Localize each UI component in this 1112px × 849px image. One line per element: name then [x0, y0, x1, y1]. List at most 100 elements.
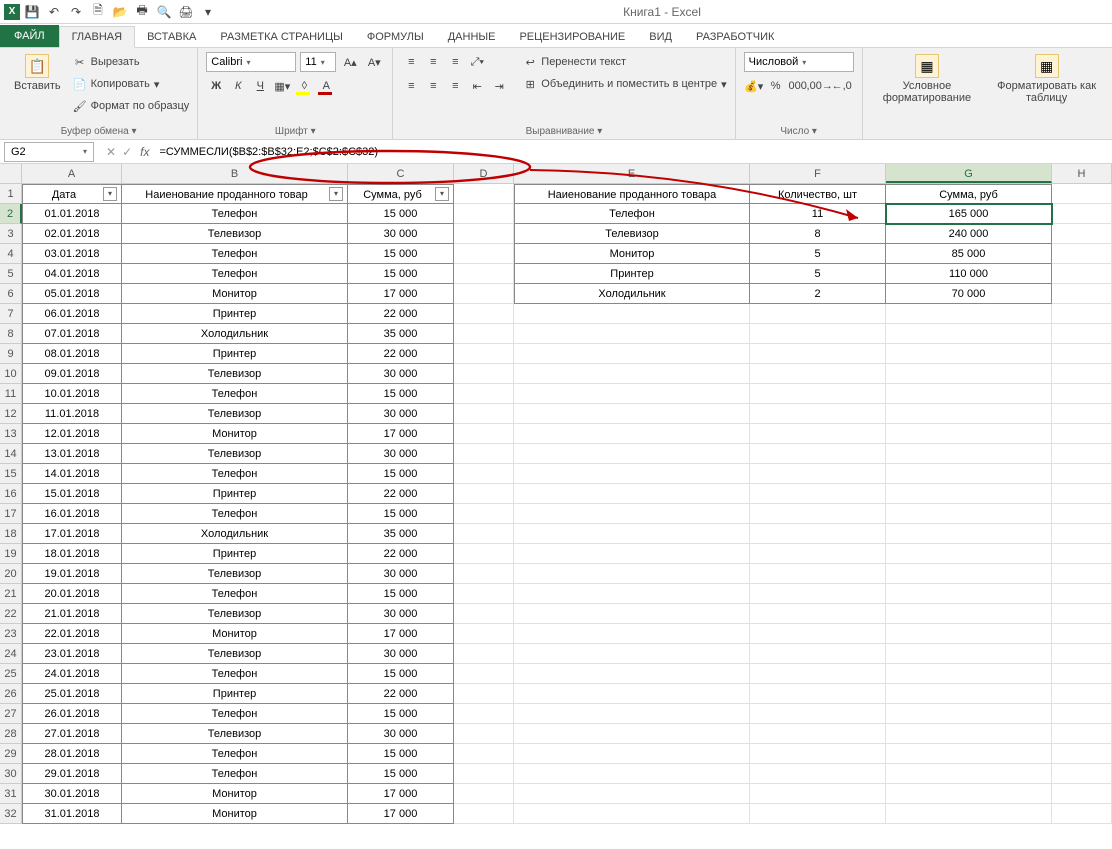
conditional-formatting-button[interactable]: ▦ Условное форматирование	[871, 52, 984, 106]
cell[interactable]	[750, 704, 886, 724]
cell[interactable]: 35 000	[348, 324, 454, 344]
cell[interactable]	[1052, 724, 1112, 744]
increase-decimal-icon[interactable]: ,00→	[810, 76, 830, 96]
cell[interactable]	[1052, 384, 1112, 404]
cell[interactable]: 17 000	[348, 624, 454, 644]
cell[interactable]: Телефон	[122, 704, 348, 724]
cell[interactable]: Наиенование проданного товар▾	[122, 184, 348, 204]
cell[interactable]: 70 000	[886, 284, 1052, 304]
cell[interactable]: 23.01.2018	[22, 644, 122, 664]
cell[interactable]: 28.01.2018	[22, 744, 122, 764]
cell[interactable]: 03.01.2018	[22, 244, 122, 264]
cell[interactable]: Телефон	[122, 204, 348, 224]
cell[interactable]: Телевизор	[122, 644, 348, 664]
cell[interactable]	[886, 684, 1052, 704]
name-box[interactable]: G2 ▾	[4, 142, 94, 162]
cell[interactable]: Сумма, руб▾	[348, 184, 454, 204]
cell[interactable]: Телефон	[122, 504, 348, 524]
cell[interactable]	[750, 804, 886, 824]
cell[interactable]	[750, 584, 886, 604]
cell[interactable]: 30.01.2018	[22, 784, 122, 804]
row-header[interactable]: 7	[0, 304, 22, 324]
cell[interactable]: Телефон	[122, 244, 348, 264]
cell[interactable]: 15 000	[348, 264, 454, 284]
italic-button[interactable]: К	[228, 76, 248, 96]
row-header[interactable]: 28	[0, 724, 22, 744]
cell[interactable]: 110 000	[886, 264, 1052, 284]
align-bottom-icon[interactable]: ≡	[445, 52, 465, 72]
cell[interactable]	[750, 664, 886, 684]
cell[interactable]	[886, 644, 1052, 664]
cell[interactable]: 30 000	[348, 404, 454, 424]
cell[interactable]: Монитор	[122, 804, 348, 824]
cell[interactable]: Телевизор	[122, 604, 348, 624]
cell[interactable]	[1052, 364, 1112, 384]
cell[interactable]	[514, 784, 750, 804]
row-header[interactable]: 29	[0, 744, 22, 764]
cell[interactable]	[514, 704, 750, 724]
cell[interactable]	[886, 324, 1052, 344]
row-header[interactable]: 13	[0, 424, 22, 444]
cell[interactable]: Телефон	[122, 764, 348, 784]
cell[interactable]: Количество, шт	[750, 184, 886, 204]
cell[interactable]	[514, 584, 750, 604]
row-header[interactable]: 23	[0, 624, 22, 644]
tab-home[interactable]: ГЛАВНАЯ	[59, 26, 135, 48]
tab-view[interactable]: ВИД	[637, 27, 684, 47]
row-header[interactable]: 12	[0, 404, 22, 424]
cell[interactable]	[1052, 684, 1112, 704]
align-right-icon[interactable]: ≡	[445, 76, 465, 96]
col-header-G[interactable]: G	[886, 164, 1052, 183]
cell[interactable]: 01.01.2018	[22, 204, 122, 224]
cell[interactable]	[886, 544, 1052, 564]
col-header-D[interactable]: D	[454, 164, 514, 183]
cell[interactable]	[750, 604, 886, 624]
tab-insert[interactable]: ВСТАВКА	[135, 27, 208, 47]
cell[interactable]: 5	[750, 264, 886, 284]
cell[interactable]	[454, 344, 514, 364]
row-header[interactable]: 19	[0, 544, 22, 564]
cell[interactable]	[886, 504, 1052, 524]
font-name-combo[interactable]: Calibri▾	[206, 52, 296, 72]
cell[interactable]: 5	[750, 244, 886, 264]
cell[interactable]: 2	[750, 284, 886, 304]
format-painter-button[interactable]: 🖌Формат по образцу	[73, 96, 190, 116]
cell[interactable]	[454, 764, 514, 784]
cell[interactable]: 17 000	[348, 284, 454, 304]
cell[interactable]	[886, 804, 1052, 824]
cell[interactable]: 15 000	[348, 384, 454, 404]
cell[interactable]	[454, 224, 514, 244]
cell[interactable]: Телевизор	[514, 224, 750, 244]
cell[interactable]: Телефон	[514, 204, 750, 224]
increase-font-icon[interactable]: A▴	[340, 52, 360, 72]
decrease-font-icon[interactable]: A▾	[364, 52, 384, 72]
cell[interactable]	[454, 644, 514, 664]
cell[interactable]	[750, 504, 886, 524]
cell[interactable]	[1052, 544, 1112, 564]
cell[interactable]: 06.01.2018	[22, 304, 122, 324]
tab-data[interactable]: ДАННЫЕ	[436, 27, 508, 47]
cell[interactable]	[514, 444, 750, 464]
cell[interactable]: 07.01.2018	[22, 324, 122, 344]
cell[interactable]	[514, 504, 750, 524]
cell[interactable]: 15 000	[348, 764, 454, 784]
cell[interactable]	[514, 724, 750, 744]
cell[interactable]	[1052, 764, 1112, 784]
row-header[interactable]: 25	[0, 664, 22, 684]
cell[interactable]: Принтер	[122, 484, 348, 504]
cell[interactable]	[750, 644, 886, 664]
cell[interactable]	[1052, 704, 1112, 724]
cell[interactable]: 30 000	[348, 224, 454, 244]
cell[interactable]	[454, 744, 514, 764]
cell[interactable]: 25.01.2018	[22, 684, 122, 704]
row-header[interactable]: 30	[0, 764, 22, 784]
cell[interactable]: 19.01.2018	[22, 564, 122, 584]
decrease-decimal-icon[interactable]: ←,0	[832, 76, 852, 96]
cell[interactable]: 85 000	[886, 244, 1052, 264]
percent-icon[interactable]: %	[766, 76, 786, 96]
cell[interactable]	[514, 384, 750, 404]
cell[interactable]: 30 000	[348, 364, 454, 384]
cell[interactable]	[1052, 204, 1112, 224]
cell[interactable]: 15 000	[348, 244, 454, 264]
cell[interactable]	[1052, 784, 1112, 804]
